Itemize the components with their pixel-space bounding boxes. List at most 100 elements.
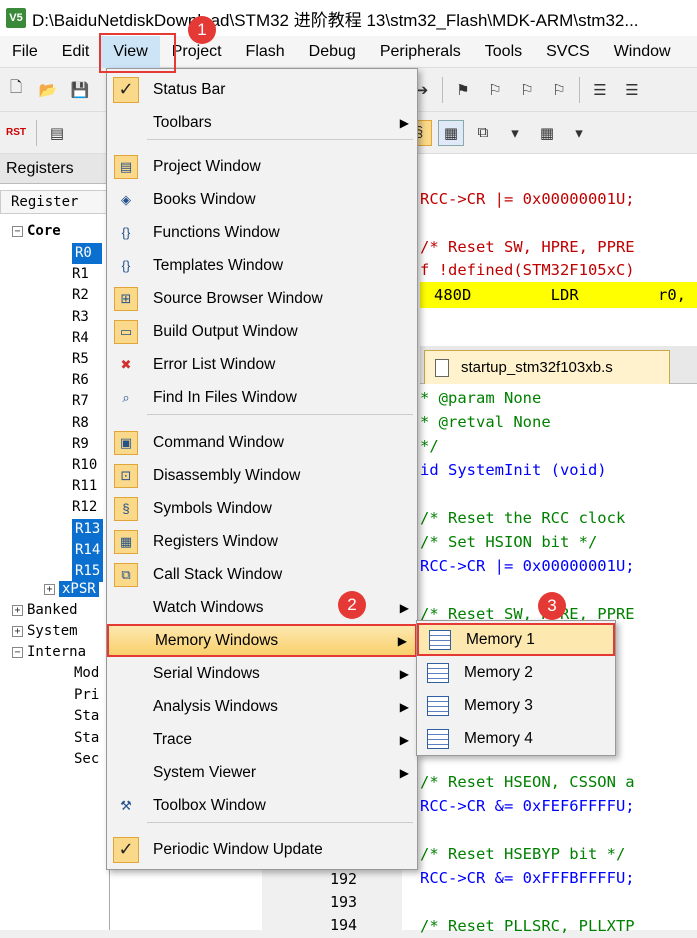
bookmark-clear-icon[interactable]: ⚐ (546, 77, 572, 103)
tree-node-core[interactable]: − Core (12, 221, 61, 242)
checkmark-icon: ✓ (113, 76, 139, 103)
menu-item-label: Symbols Window (153, 499, 272, 517)
memory-icon (427, 695, 449, 716)
menu-item-templates-window[interactable]: {} Templates Window (107, 249, 417, 282)
register-r0[interactable]: R0 (72, 243, 102, 264)
menu-edit[interactable]: Edit (50, 36, 102, 68)
register-name: R14 (72, 539, 104, 561)
menu-item-call-stack-window[interactable]: ⧉ Call Stack Window (107, 558, 417, 591)
bookmark-next-icon[interactable]: ⚐ (514, 77, 540, 103)
save-icon[interactable]: 💾 (67, 77, 93, 103)
menu-item-label: Trace (153, 730, 193, 748)
tree-node-internal-item[interactable]: Sta (74, 706, 99, 727)
tab-startup-file[interactable]: startup_stm32f103xb.s (424, 350, 670, 384)
register-r12[interactable]: R12 (72, 497, 102, 518)
tree-node-group[interactable]: + Banked (12, 600, 78, 621)
menu-item-system-viewer[interactable]: System Viewer ▶ (107, 756, 417, 789)
menu-item-source-browser-window[interactable]: ⊞ Source Browser Window (107, 282, 417, 315)
register-r11[interactable]: R11 (72, 476, 102, 497)
menu-item-symbols-window[interactable]: § Symbols Window (107, 492, 417, 525)
menu-item-registers-window[interactable]: ▦ Registers Window (107, 525, 417, 558)
expand-icon[interactable]: + (44, 583, 55, 595)
books-icon: ◈ (121, 191, 131, 207)
menu-item-label: System Viewer (153, 763, 257, 781)
menu-item-build-output-window[interactable]: ▭ Build Output Window (107, 315, 417, 348)
menu-item-periodic-window-update[interactable]: ✓ Periodic Window Update (107, 833, 417, 866)
serial-window-icon[interactable]: ▾ (566, 120, 592, 146)
disassembly-current-line[interactable]: 480D LDR r0, (420, 282, 697, 308)
menu-item-find-in-files-window[interactable]: ⌕ Find In Files Window (107, 381, 417, 414)
menu-item-serial-windows[interactable]: Serial Windows ▶ (107, 657, 417, 690)
register-r5[interactable]: R5 (72, 349, 102, 370)
submenu-memory-2[interactable]: Memory 2 (417, 656, 615, 689)
collapse-icon[interactable]: − (12, 225, 23, 237)
indent-icon[interactable]: ☰ (587, 77, 613, 103)
menu-file[interactable]: File (0, 36, 50, 68)
menu-item-disassembly-window[interactable]: ⊡ Disassembly Window (107, 459, 417, 492)
register-column-header[interactable]: Register (0, 190, 109, 214)
register-r1[interactable]: R1 (72, 264, 102, 285)
menu-flash[interactable]: Flash (234, 36, 297, 68)
code-line: /* Reset SW, HPRE, PPRE (420, 238, 635, 256)
menu-tools[interactable]: Tools (473, 36, 534, 68)
tree-node-group[interactable]: − Interna (12, 642, 86, 663)
register-r3[interactable]: R3 (72, 307, 102, 328)
bookmark-icon[interactable]: ⚑ (450, 77, 476, 103)
menu-svcs[interactable]: SVCS (534, 36, 602, 68)
register-r14[interactable]: R14 (72, 539, 104, 561)
tree-node-internal-item[interactable]: Pri (74, 685, 99, 706)
expand-icon[interactable]: + (12, 604, 23, 616)
submenu-label: Memory 1 (466, 630, 535, 648)
menu-item-books-window[interactable]: ◈ Books Window (107, 183, 417, 216)
register-name: R6 (72, 372, 89, 389)
submenu-memory-3[interactable]: Memory 3 (417, 689, 615, 722)
menu-window[interactable]: Window (602, 36, 683, 68)
unindent-icon[interactable]: ☰ (619, 77, 645, 103)
collapse-icon[interactable]: − (12, 646, 23, 658)
registers-window-icon[interactable]: ▦ (438, 119, 464, 146)
register-r10[interactable]: R10 (72, 455, 102, 476)
internal-item-label: Pri (74, 686, 100, 703)
reset-icon[interactable]: RST (3, 120, 29, 146)
menu-item-analysis-windows[interactable]: Analysis Windows ▶ (107, 690, 417, 723)
menu-item-trace[interactable]: Trace ▶ (107, 723, 417, 756)
register-r2[interactable]: R2 (72, 285, 102, 306)
register-r8[interactable]: R8 (72, 413, 102, 434)
watch-window-icon[interactable]: ▾ (502, 120, 528, 146)
register-r9[interactable]: R9 (72, 434, 102, 455)
bookmark-prev-icon[interactable]: ⚐ (482, 77, 508, 103)
menu-item-toolbars[interactable]: Toolbars ▶ (107, 106, 417, 139)
find-in-files-icon: ⌕ (122, 389, 130, 405)
menu-item-error-list-window[interactable]: ✖ Error List Window (107, 348, 417, 381)
menu-item-memory-windows[interactable]: Memory Windows ▶ (107, 624, 417, 657)
menu-peripherals[interactable]: Peripherals (368, 36, 473, 68)
menu-debug[interactable]: Debug (297, 36, 368, 68)
register-r13[interactable]: R13 (72, 518, 104, 540)
menu-item-toolbox-window[interactable]: ⚒ Toolbox Window (107, 789, 417, 822)
menu-item-label: Books Window (153, 190, 256, 208)
tree-node-internal-item[interactable]: Sta (74, 728, 99, 749)
menu-item-project-window[interactable]: ▤ Project Window (107, 150, 417, 183)
templates-icon: {} (121, 258, 131, 273)
new-file-icon[interactable]: 🗋 (3, 77, 29, 103)
menu-item-functions-window[interactable]: {} Functions Window (107, 216, 417, 249)
menu-item-watch-windows[interactable]: Watch Windows ▶ (107, 591, 417, 624)
expand-icon[interactable]: + (12, 625, 23, 637)
tree-node-internal-item[interactable]: Sec (74, 749, 99, 770)
menu-item-label: Serial Windows (153, 664, 260, 682)
tree-node-group[interactable]: + System (12, 621, 78, 642)
tree-node-internal-item[interactable]: Mod (74, 663, 99, 684)
menu-item-status-bar[interactable]: ✓ Status Bar (107, 73, 417, 106)
run-icon[interactable]: ▤ (44, 120, 70, 146)
register-xpsr[interactable]: + xPSR (44, 579, 99, 600)
submenu-memory-1[interactable]: Memory 1 (417, 623, 615, 656)
step-badge-3: 3 (538, 592, 566, 620)
open-folder-icon[interactable]: 📂 (35, 77, 61, 103)
register-r6[interactable]: R6 (72, 370, 102, 391)
call-stack-icon[interactable]: ⧉ (470, 120, 496, 146)
submenu-memory-4[interactable]: Memory 4 (417, 722, 615, 755)
memory-window-icon[interactable]: ▦ (534, 120, 560, 146)
menu-item-command-window[interactable]: ▣ Command Window (107, 426, 417, 459)
register-r4[interactable]: R4 (72, 328, 102, 349)
register-r7[interactable]: R7 (72, 391, 102, 412)
